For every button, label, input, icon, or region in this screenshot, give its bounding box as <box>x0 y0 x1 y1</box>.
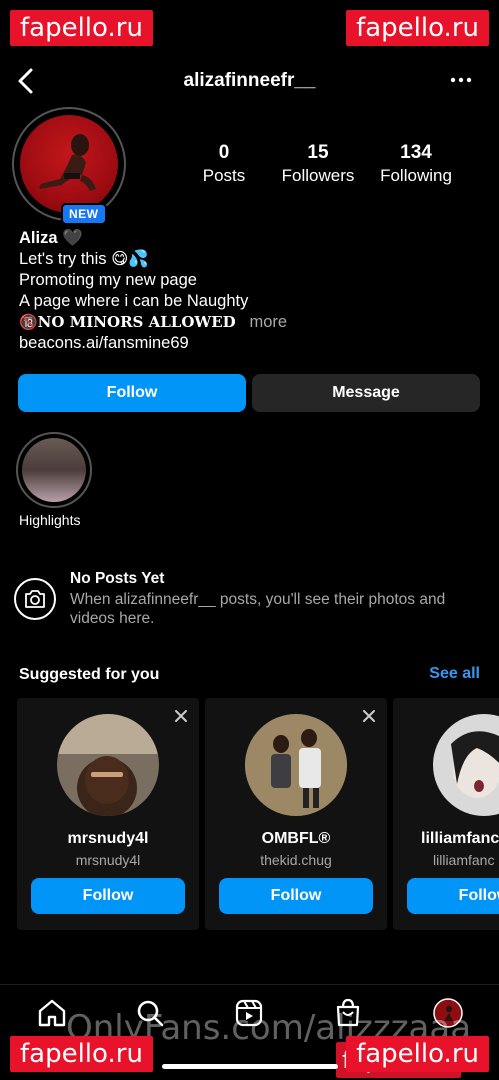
suggested-avatar[interactable] <box>433 714 499 816</box>
highlight-label: Highlights <box>19 512 81 528</box>
follow-button[interactable]: Follow <box>18 374 246 412</box>
camera-icon <box>14 578 56 620</box>
bio-link[interactable]: beacons.ai/fansmine69 <box>19 333 489 354</box>
suggested-follow-button[interactable]: Follow <box>31 878 185 914</box>
bio-line: 🔞NO MINORS ALLOWED <box>19 313 236 331</box>
suggested-name: mrsnudy4l <box>67 830 149 847</box>
new-badge: NEW <box>61 203 107 225</box>
stat-label: Following <box>380 166 452 185</box>
bio-line: Promoting my new page <box>19 271 197 289</box>
suggested-username: mrsnudy4l <box>75 852 141 868</box>
top-bar: alizafinneefr__ <box>0 62 499 100</box>
suggested-follow-button[interactable]: Follow <box>219 878 373 914</box>
stat-posts[interactable]: 0 Posts <box>184 142 264 186</box>
suggested-avatar[interactable] <box>245 714 347 816</box>
suggested-card[interactable]: OMBFL® thekid.chug Follow <box>205 698 387 930</box>
heart-emoji: 🖤 <box>62 229 83 247</box>
home-icon[interactable] <box>36 997 68 1029</box>
suggested-title: Suggested for you <box>19 666 160 683</box>
fapello-watermark: fapello.ru <box>346 10 489 46</box>
close-icon[interactable] <box>361 708 377 724</box>
profile-username: alizafinneefr__ <box>183 70 316 91</box>
highlight-cover <box>22 438 86 502</box>
suggested-name: lilliamfanc <box>421 830 499 847</box>
bio-line: Let's try this 😋💦 <box>19 250 149 268</box>
suggested-username: lilliamfanc <box>433 852 495 868</box>
suggested-name: OMBFL® <box>261 830 331 847</box>
suggested-card[interactable]: lilliamfanc lilliamfanc Follow <box>393 698 499 930</box>
suggested-avatar[interactable] <box>57 714 159 816</box>
stat-value: 134 <box>400 142 432 163</box>
profile-avatar[interactable]: NEW <box>12 107 126 225</box>
more-horizontal-icon[interactable] <box>449 70 473 90</box>
suggested-follow-button[interactable]: Follow <box>407 878 499 914</box>
suggested-username: thekid.chug <box>260 852 332 868</box>
suggested-card[interactable]: mrsnudy4l mrsnudy4l Follow <box>17 698 199 930</box>
stat-value: 15 <box>307 142 329 163</box>
fapello-watermark: fapello.ru <box>346 1036 489 1072</box>
stat-label: Posts <box>202 166 246 185</box>
stat-label: Followers <box>281 166 355 185</box>
see-all-link[interactable]: See all <box>429 665 480 683</box>
profile-stats: 0 Posts 15 Followers 134 Following <box>184 142 464 186</box>
display-name: Aliza <box>19 229 58 247</box>
stat-followers[interactable]: 15 Followers <box>264 142 372 186</box>
no-posts-text: When alizafinneefr__ posts, you'll see t… <box>70 591 446 627</box>
stat-following[interactable]: 134 Following <box>372 142 460 186</box>
message-button[interactable]: Message <box>252 374 480 412</box>
close-icon[interactable] <box>173 708 189 724</box>
bio-line: A page where i can be Naughty <box>19 292 249 310</box>
fapello-watermark: fapello.ru <box>10 10 153 46</box>
profile-bio: Aliza 🖤 Let's try this 😋💦 Promoting my n… <box>19 228 489 354</box>
avatar-photo <box>20 115 118 213</box>
highlight-item[interactable] <box>16 432 92 508</box>
stat-value: 0 <box>218 142 230 163</box>
home-indicator[interactable] <box>162 1064 338 1069</box>
no-posts-title: No Posts Yet <box>70 570 165 587</box>
more-link[interactable]: more <box>249 313 287 331</box>
fapello-watermark: fapello.ru <box>10 1036 153 1072</box>
